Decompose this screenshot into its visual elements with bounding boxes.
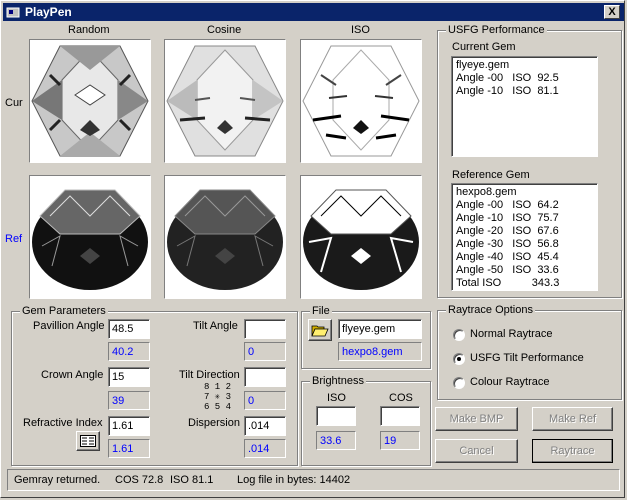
reference-iso-render (300, 175, 422, 299)
make-ref-label: Make Ref (548, 413, 597, 425)
usfg-performance-title: USFG Performance (446, 24, 547, 36)
column-iso-label: ISO (351, 24, 370, 36)
tilt-direction-compass: 8 1 2 7 ✳ 3 6 5 4 (204, 382, 231, 412)
crown-angle-input[interactable]: 15 (108, 367, 150, 387)
folder-open-icon (311, 325, 329, 337)
brightness-cos-value[interactable] (380, 406, 420, 426)
status-bar: Gemray returned. COS 72.8 ISO 81.1 Log f… (7, 469, 620, 491)
row-current-label: Cur (5, 97, 23, 109)
raytrace-label: Raytrace (550, 445, 595, 457)
reference-gem-label: Reference Gem (452, 169, 530, 181)
refractive-index-input[interactable]: 1.61 (108, 416, 150, 436)
cancel-label: Cancel (459, 445, 494, 457)
refractive-index-list-button[interactable] (76, 431, 100, 451)
compass-row: 7 ✳ 3 (204, 392, 232, 402)
usfg-tilt-performance-radio[interactable] (453, 353, 465, 365)
make-ref-button[interactable]: Make Ref (532, 407, 613, 431)
column-random-label: Random (68, 24, 110, 36)
brightness-iso-value[interactable] (316, 406, 356, 426)
list-item: Angle -20 ISO 67.6 (456, 225, 559, 237)
list-item: Angle -10 ISO 75.7 (456, 212, 559, 224)
title-bar: PlayPen X (3, 3, 624, 21)
tilt-direction-input[interactable] (244, 367, 286, 387)
tilt-direction-reference: 0 (244, 391, 286, 410)
pavillion-angle-label: Pavillion Angle (33, 320, 105, 332)
brightness-iso-reference: 33.6 (316, 431, 356, 450)
reference-random-render (29, 175, 151, 299)
colour-raytrace-radio[interactable] (453, 377, 465, 389)
tilt-angle-input[interactable] (244, 319, 286, 339)
dispersion-input[interactable]: .014 (244, 416, 286, 436)
brightness-cos-reference: 19 (380, 431, 420, 450)
column-cosine-label: Cosine (207, 24, 242, 36)
close-icon: X (608, 6, 616, 18)
dispersion-reference: .014 (244, 439, 286, 458)
usfg-performance-group: USFG Performance Current Gem flyeye.gem … (437, 24, 622, 298)
cancel-button[interactable]: Cancel (435, 439, 518, 463)
pavillion-angle-reference: 40.2 (108, 342, 150, 361)
usfg-tilt-performance-label[interactable]: USFG Tilt Performance (470, 352, 584, 364)
current-gem-results-list[interactable]: flyeye.gem Angle -00 ISO 92.5 Angle -10 … (451, 56, 598, 157)
list-item: Angle -00 ISO 92.5 (456, 72, 559, 84)
current-gem-label: Current Gem (452, 41, 516, 53)
normal-raytrace-radio[interactable] (453, 329, 465, 341)
crown-angle-label: Crown Angle (41, 369, 104, 381)
list-item: Angle -30 ISO 56.8 (456, 238, 559, 250)
window-title: PlayPen (25, 5, 72, 19)
tilt-angle-label: Tilt Angle (193, 320, 238, 332)
reference-cosine-render (164, 175, 286, 299)
status-gemray: Gemray returned. (14, 474, 101, 486)
current-iso-render (300, 39, 422, 163)
list-item: Angle -10 ISO 81.1 (456, 85, 559, 97)
reference-file-display: hexpo8.gem (338, 342, 422, 361)
file-title: File (310, 305, 332, 317)
brightness-iso-label: ISO (327, 392, 346, 404)
tilt-direction-label: Tilt Direction (179, 369, 240, 381)
raytrace-button[interactable]: Raytrace (532, 439, 613, 463)
brightness-cos-label: COS (389, 392, 413, 404)
refractive-index-reference: 1.61 (108, 439, 150, 458)
row-reference-label: Ref (5, 233, 23, 245)
raytrace-options-title: Raytrace Options (446, 304, 535, 316)
open-file-button[interactable] (308, 319, 332, 341)
tilt-angle-reference: 0 (244, 342, 286, 361)
colour-raytrace-label[interactable]: Colour Raytrace (470, 376, 549, 388)
refractive-index-label: Refractive Index (23, 417, 103, 429)
make-bmp-button[interactable]: Make BMP (435, 407, 518, 431)
reference-gem-results-list[interactable]: hexpo8.gem Angle -00 ISO 64.2 Angle -10 … (451, 183, 598, 291)
compass-row: 8 1 2 (204, 382, 232, 392)
compass-row: 6 5 4 (204, 402, 232, 412)
normal-raytrace-label[interactable]: Normal Raytrace (470, 328, 553, 340)
close-button[interactable]: X (604, 5, 620, 19)
brightness-title: Brightness (310, 375, 366, 387)
status-cos: COS 72.8 (115, 474, 164, 486)
current-cosine-render (164, 39, 286, 163)
playpen-window: PlayPen X Random Cosine ISO Cur Ref USFG… (0, 0, 625, 498)
gem-parameters-title: Gem Parameters (20, 305, 108, 317)
status-log: Log file in bytes: 14402 (237, 474, 351, 486)
current-file-input[interactable]: flyeye.gem (338, 319, 422, 339)
dispersion-label: Dispersion (188, 417, 240, 429)
list-item: Angle -40 ISO 45.4 (456, 251, 559, 263)
list-item: Angle -00 ISO 64.2 (456, 199, 559, 211)
status-iso: ISO 81.1 (170, 474, 214, 486)
current-random-render (29, 39, 151, 163)
crown-angle-reference: 39 (108, 391, 150, 410)
app-icon (6, 7, 20, 18)
list-item: Total ISO 343.3 (456, 277, 560, 289)
list-item: Angle -50 ISO 33.6 (456, 264, 559, 276)
pavillion-angle-input[interactable]: 48.5 (108, 319, 150, 339)
list-icon (80, 435, 96, 447)
list-item: hexpo8.gem (456, 186, 517, 198)
make-bmp-label: Make BMP (449, 413, 504, 425)
list-item: flyeye.gem (456, 59, 510, 71)
